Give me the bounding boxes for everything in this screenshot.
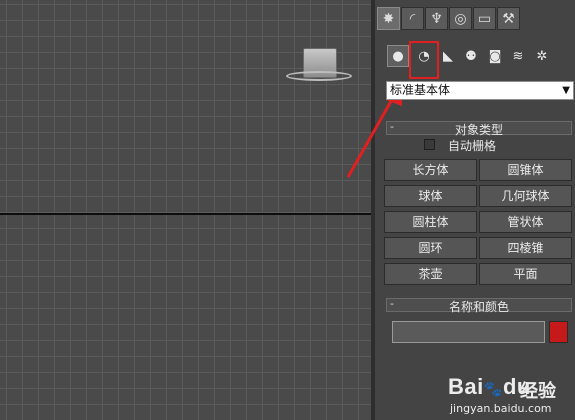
name-color-title: 名称和颜色 — [448, 300, 509, 314]
lights-icon: ◣ — [443, 48, 453, 64]
geosphere-button[interactable]: 几何球体 — [479, 185, 572, 207]
shapes-button[interactable]: ◔ — [413, 45, 435, 67]
name-color-rollout-header[interactable]: - 名称和颜色 — [386, 297, 572, 314]
teapot-button[interactable]: 茶壶 — [384, 263, 477, 285]
helpers-icon: ◙ — [488, 48, 502, 64]
cameras-icon: ⚉ — [465, 48, 477, 64]
systems-button[interactable]: ✲ — [531, 45, 553, 67]
sphere-button[interactable]: 球体 — [384, 185, 477, 207]
tab-utilities[interactable]: ⚒ — [497, 7, 520, 30]
jingyan-label: 经验 — [520, 381, 556, 402]
geometry-sphere-icon: ● — [392, 48, 404, 64]
object-type-title: 对象类型 — [454, 123, 503, 137]
tab-motion[interactable]: ◎ — [449, 7, 472, 30]
tab-create[interactable]: ✸ — [377, 7, 400, 30]
pyramid-button[interactable]: 四棱锥 — [479, 237, 572, 259]
hammer-icon: ⚒ — [502, 10, 515, 27]
autogrid-label: 自动栅格 — [448, 139, 497, 153]
tube-button[interactable]: 管状体 — [479, 211, 572, 233]
autogrid-checkbox[interactable] — [424, 139, 435, 150]
systems-icon: ✲ — [536, 48, 548, 64]
modify-curve-icon: ◜ — [409, 10, 416, 27]
viewport-horizon-line — [0, 213, 373, 215]
viewcube[interactable] — [284, 44, 356, 88]
helpers-button[interactable]: ◙ — [484, 45, 506, 67]
space-warps-icon: ≋ — [512, 48, 524, 64]
torus-button[interactable]: 圆环 — [384, 237, 477, 259]
tab-modify[interactable]: ◜ — [401, 7, 424, 30]
object-type-rollout-header[interactable]: - 对象类型 — [386, 120, 572, 137]
geometry-button[interactable]: ● — [387, 45, 409, 67]
box-button[interactable]: 长方体 — [384, 159, 477, 181]
baidu-logo: Bai🐾du — [448, 374, 531, 399]
shapes-icon: ◔ — [418, 48, 430, 64]
sun-icon: ✸ — [382, 10, 395, 27]
cameras-button[interactable]: ⚉ — [460, 45, 482, 67]
object-name-field[interactable] — [392, 321, 545, 343]
plane-button[interactable]: 平面 — [479, 263, 572, 285]
object-color-swatch[interactable] — [549, 321, 568, 343]
space-warps-button[interactable]: ≋ — [507, 45, 529, 67]
category-dropdown-value: 标准基本体 — [390, 83, 451, 97]
baidu-jingyan-watermark: Bai🐾du 经验 jingyan.baidu.com — [448, 374, 570, 418]
lights-button[interactable]: ◣ — [437, 45, 459, 67]
tab-display[interactable]: ▭ — [473, 7, 496, 30]
perspective-viewport[interactable] — [0, 0, 375, 420]
chevron-down-icon: ▼ — [562, 85, 570, 96]
tab-hierarchy[interactable]: ♆ — [425, 7, 448, 30]
category-dropdown[interactable]: 标准基本体 ▼ — [386, 81, 574, 100]
motion-icon: ◎ — [454, 10, 467, 27]
cone-button[interactable]: 圆锥体 — [479, 159, 572, 181]
cylinder-button[interactable]: 圆柱体 — [384, 211, 477, 233]
viewcube-compass-ring[interactable] — [286, 71, 352, 81]
watermark-url: jingyan.baidu.com — [450, 402, 552, 415]
hierarchy-icon: ♆ — [430, 10, 443, 27]
display-monitor-icon: ▭ — [477, 10, 492, 27]
